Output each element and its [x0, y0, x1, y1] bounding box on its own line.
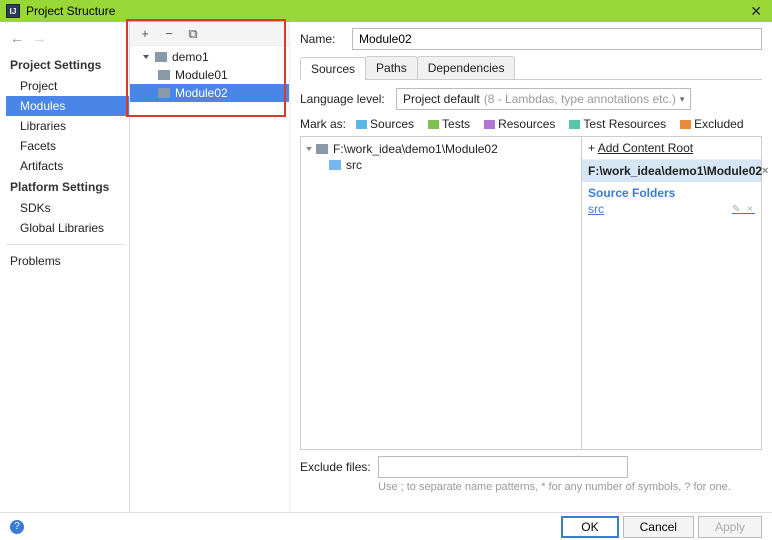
nav-item-libraries[interactable]: Libraries	[6, 116, 129, 136]
src-folder-row[interactable]: src	[307, 157, 575, 173]
folder-icon	[155, 52, 167, 62]
chevron-down-icon: ▾	[680, 94, 685, 105]
window-title: Project Structure	[26, 4, 746, 18]
help-icon[interactable]: ?	[10, 520, 24, 534]
content-root-path: F:\work_idea\demo1\Module02	[333, 142, 498, 156]
language-level-label: Language level:	[300, 92, 388, 106]
folder-label: src	[346, 158, 362, 172]
name-label: Name:	[300, 32, 344, 46]
chevron-down-icon	[143, 55, 149, 59]
nav-item-artifacts[interactable]: Artifacts	[6, 156, 129, 176]
select-value: Project default	[403, 92, 480, 106]
tab-sources[interactable]: Sources	[300, 57, 366, 80]
content-root-side-panel: + Add Content Root F:\work_idea\demo1\Mo…	[581, 137, 761, 449]
folder-icon	[569, 120, 580, 129]
ok-button[interactable]: OK	[561, 516, 618, 538]
nav-back-icon[interactable]: ←	[10, 30, 24, 46]
nav-item-sdks[interactable]: SDKs	[6, 198, 129, 218]
tree-toolbar: + − ⧉	[130, 22, 289, 46]
source-folders-title: Source Folders	[588, 186, 755, 200]
nav-section-project-settings: Project Settings	[6, 54, 129, 76]
content-roots-area: F:\work_idea\demo1\Module02 src + Add Co…	[300, 136, 762, 450]
chevron-down-icon	[306, 147, 312, 151]
nav-forward-icon[interactable]: →	[32, 30, 46, 46]
folder-icon	[428, 120, 439, 129]
mark-resources[interactable]: Resources	[480, 116, 559, 132]
folder-icon	[158, 70, 170, 80]
tree-item-label: demo1	[172, 50, 209, 64]
nav-item-project[interactable]: Project	[6, 76, 129, 96]
dialog-button-bar: ? OK Cancel Apply	[0, 512, 772, 540]
nav-divider	[6, 244, 125, 245]
titlebar: IJ Project Structure ✕	[0, 0, 772, 22]
add-module-icon[interactable]: +	[138, 26, 152, 41]
nav-section-platform-settings: Platform Settings	[6, 176, 129, 198]
add-content-root-button[interactable]: + Add Content Root	[582, 137, 761, 160]
cancel-button[interactable]: Cancel	[623, 516, 694, 538]
source-folder-label: src	[588, 202, 604, 216]
nav-item-facets[interactable]: Facets	[6, 136, 129, 156]
mark-sources[interactable]: Sources	[352, 116, 418, 132]
language-level-select[interactable]: Project default (8 - Lambdas, type annot…	[396, 88, 691, 110]
tree-item-demo1[interactable]: demo1	[130, 48, 289, 66]
tab-paths[interactable]: Paths	[365, 56, 418, 79]
folder-icon	[158, 88, 170, 98]
folder-icon	[680, 120, 691, 129]
root-path-text: F:\work_idea\demo1\Module02	[588, 164, 762, 178]
module-tree: demo1 Module01 Module02	[130, 46, 289, 104]
copy-module-icon[interactable]: ⧉	[186, 26, 200, 42]
folder-icon	[484, 120, 495, 129]
remove-root-icon[interactable]: ×	[762, 165, 768, 177]
exclude-files-label: Exclude files:	[300, 460, 372, 474]
exclude-hint: Use ; to separate name patterns, * for a…	[378, 480, 762, 494]
source-folder-actions[interactable]: ✎ ×	[732, 204, 755, 215]
module-tree-panel: + − ⧉ demo1 Module01 Module02	[130, 22, 290, 512]
folder-icon	[316, 144, 328, 154]
tree-item-label: Module02	[175, 86, 228, 100]
tree-item-module01[interactable]: Module01	[130, 66, 289, 84]
select-hint: (8 - Lambdas, type annotations etc.)	[484, 92, 676, 106]
tree-item-module02[interactable]: Module02	[130, 84, 289, 102]
nav-item-modules[interactable]: Modules	[6, 96, 129, 116]
module-tabs: Sources Paths Dependencies	[300, 56, 762, 80]
source-folder-item[interactable]: src ✎ ×	[588, 202, 755, 216]
app-icon: IJ	[6, 4, 20, 18]
module-name-input[interactable]	[352, 28, 762, 50]
folder-tree: F:\work_idea\demo1\Module02 src	[301, 137, 581, 449]
content-root-row[interactable]: F:\work_idea\demo1\Module02	[307, 141, 575, 157]
tab-dependencies[interactable]: Dependencies	[417, 56, 516, 79]
apply-button[interactable]: Apply	[698, 516, 762, 538]
nav-item-problems[interactable]: Problems	[6, 251, 129, 271]
left-nav-panel: ← → Project Settings Project Modules Lib…	[0, 22, 130, 512]
tree-item-label: Module01	[175, 68, 228, 82]
content-root-header[interactable]: F:\work_idea\demo1\Module02 ×	[582, 160, 761, 182]
mark-excluded[interactable]: Excluded	[676, 116, 747, 132]
exclude-files-input[interactable]	[378, 456, 628, 478]
module-details-panel: Name: Sources Paths Dependencies Languag…	[290, 22, 772, 512]
remove-module-icon[interactable]: −	[162, 26, 176, 41]
nav-item-global-libraries[interactable]: Global Libraries	[6, 218, 129, 238]
folder-icon	[356, 120, 367, 129]
mark-tests[interactable]: Tests	[424, 116, 474, 132]
close-icon[interactable]: ✕	[746, 3, 766, 20]
folder-icon	[329, 160, 341, 170]
mark-as-label: Mark as:	[300, 117, 346, 131]
mark-test-resources[interactable]: Test Resources	[565, 116, 670, 132]
